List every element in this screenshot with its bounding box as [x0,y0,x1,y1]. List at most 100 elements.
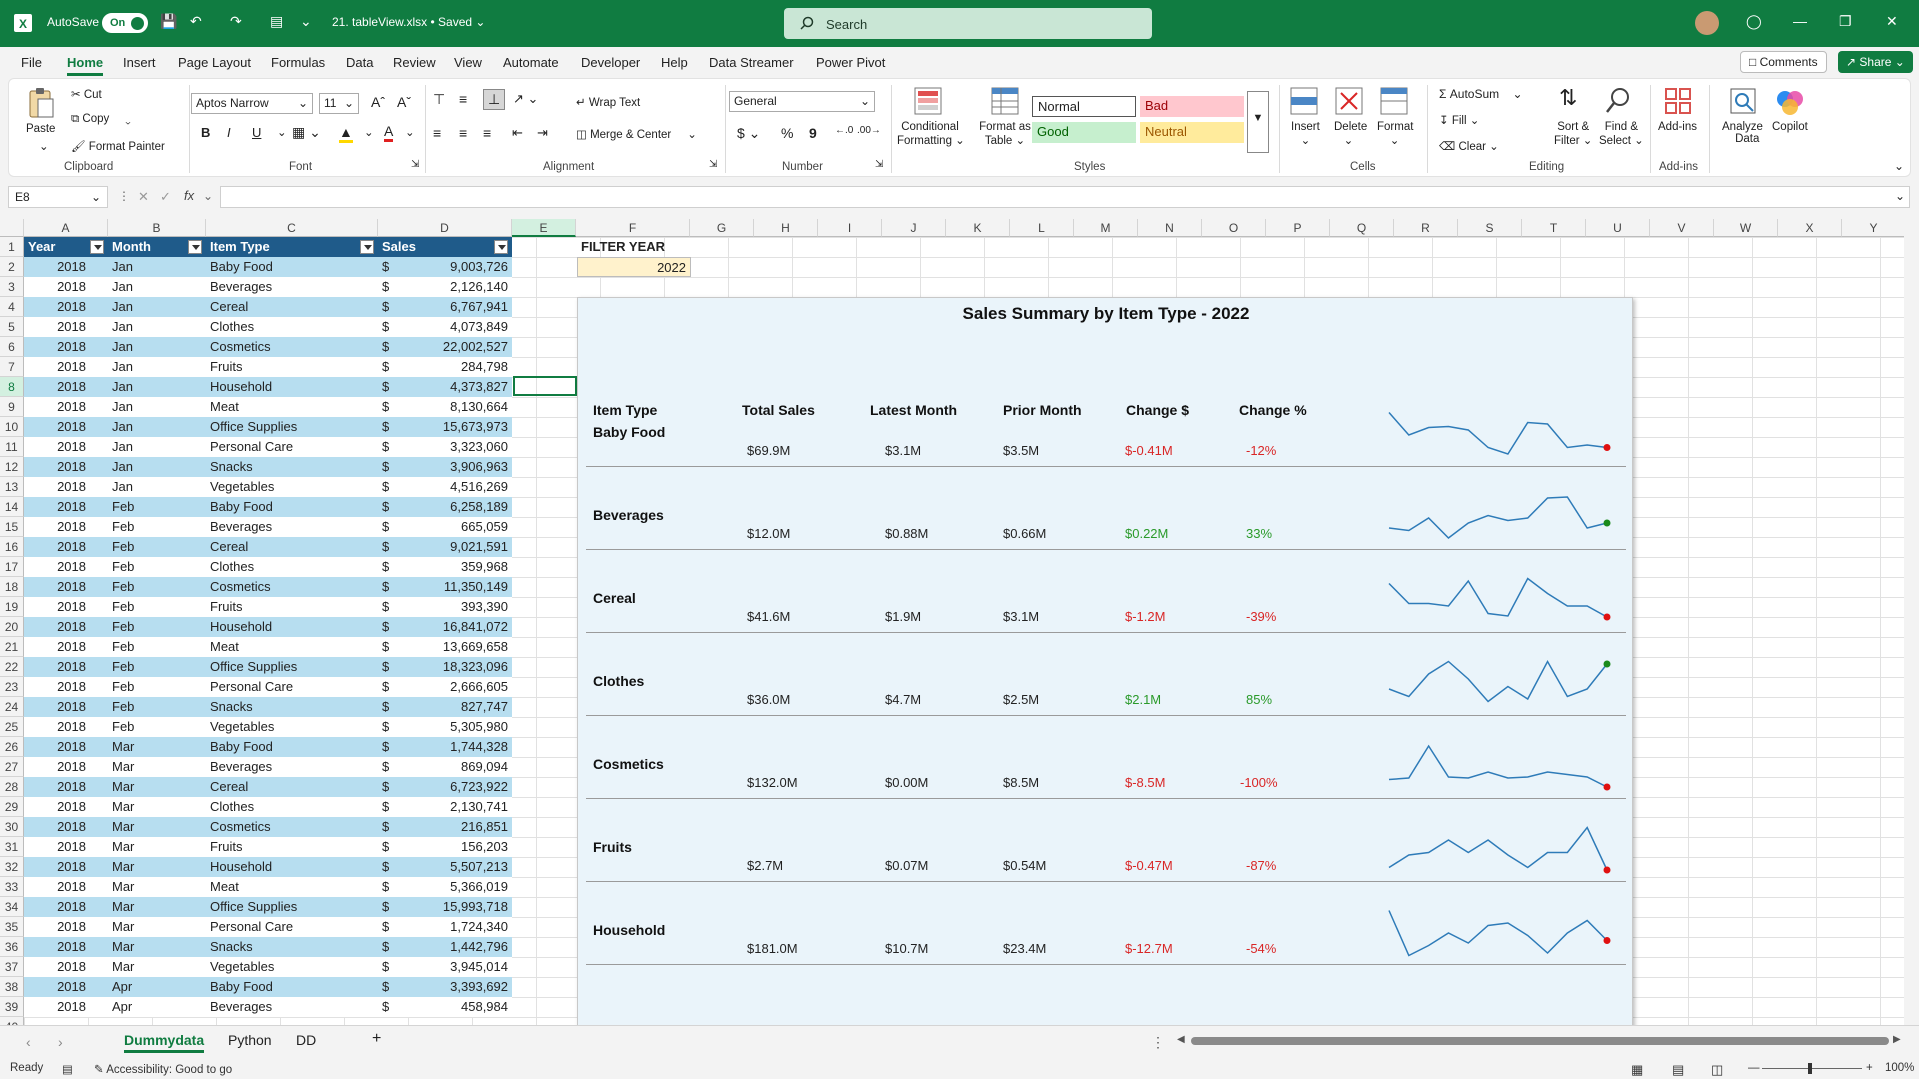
row-header[interactable]: 25 [0,717,24,737]
orientation-icon[interactable]: ↗ ⌄ [513,91,538,107]
table-cell[interactable]: $13,669,658 [378,637,512,657]
style-normal[interactable]: Normal [1032,96,1136,117]
copy-button[interactable]: ⧉ Copy ⌄ [71,113,131,126]
table-cell[interactable]: $665,059 [378,517,512,537]
table-cell[interactable]: Feb [108,717,206,737]
column-header-g[interactable]: G [690,219,754,237]
table-cell[interactable]: Snacks [206,697,378,717]
font-name-select[interactable]: Aptos Narrow ⌄ [191,93,313,114]
paste-dropdown-icon[interactable]: ⌄ [39,139,49,153]
currency-button[interactable]: $ ⌄ [737,125,760,142]
table-cell[interactable]: 2018 [24,297,108,317]
table-cell[interactable]: $2,130,741 [378,797,512,817]
table-header-month[interactable]: Month [108,237,206,257]
table-cell[interactable]: 2018 [24,597,108,617]
table-cell[interactable]: $1,744,328 [378,737,512,757]
paste-button[interactable]: Paste [26,123,55,135]
table-cell[interactable]: $3,393,692 [378,977,512,997]
percent-button[interactable]: % [781,125,793,141]
table-cell[interactable]: 2018 [24,557,108,577]
page-break-view-icon[interactable]: ◫ [1711,1062,1723,1078]
row-header[interactable]: 8 [0,377,24,397]
column-header-o[interactable]: O [1202,219,1266,237]
column-header-f[interactable]: F [576,219,690,237]
table-cell[interactable]: Baby Food [206,737,378,757]
table-cell[interactable]: Mar [108,917,206,937]
bold-button[interactable]: B [201,125,210,140]
table-cell[interactable]: Personal Care [206,677,378,697]
zoom-out-icon[interactable]: — [1748,1062,1760,1074]
column-header-j[interactable]: J [882,219,946,237]
horizontal-scrollbar[interactable]: ◀ ▶ [1177,1034,1903,1048]
column-header-d[interactable]: D [378,219,512,237]
align-center-icon[interactable]: ≡ [459,125,467,141]
row-header[interactable]: 16 [0,537,24,557]
table-cell[interactable]: Feb [108,517,206,537]
decrease-decimal-icon[interactable]: .00→ [857,125,881,136]
column-header-l[interactable]: L [1010,219,1074,237]
filter-dropdown-icon[interactable] [494,240,508,254]
row-header[interactable]: 32 [0,857,24,877]
table-cell[interactable]: Beverages [206,517,378,537]
table-cell[interactable]: Baby Food [206,497,378,517]
format-painter-button[interactable]: 🖌 Format Painter [71,139,165,153]
save-icon[interactable]: 💾 [160,13,177,30]
table-cell[interactable]: Mar [108,757,206,777]
format-cells-button[interactable]: Format ⌄ [1377,121,1413,147]
table-cell[interactable]: 2018 [24,877,108,897]
table-cell[interactable]: $22,002,527 [378,337,512,357]
table-cell[interactable]: $827,747 [378,697,512,717]
underline-button[interactable]: U [252,125,261,140]
table-cell[interactable]: 2018 [24,697,108,717]
table-cell[interactable]: 2018 [24,857,108,877]
table-cell[interactable]: 2018 [24,537,108,557]
align-left-icon[interactable]: ≡ [433,125,441,141]
table-cell[interactable]: $15,673,973 [378,417,512,437]
close-icon[interactable]: ✕ [1886,13,1898,30]
styles-more-icon[interactable]: ▼ [1247,91,1269,153]
row-header[interactable]: 18 [0,577,24,597]
table-cell[interactable]: Vegetables [206,717,378,737]
row-header[interactable]: 3 [0,277,24,297]
row-header[interactable]: 17 [0,557,24,577]
table-cell[interactable]: Jan [108,297,206,317]
undo-icon[interactable]: ↶ [190,13,202,30]
table-cell[interactable]: Snacks [206,457,378,477]
enter-icon[interactable]: ✓ [160,189,171,205]
collapse-ribbon-icon[interactable]: ⌄ [1894,159,1904,173]
borders-icon[interactable]: ▦ ⌄ [292,124,321,141]
wrap-text-button[interactable]: ↵ Wrap Text [576,95,640,109]
table-cell[interactable]: $6,723,922 [378,777,512,797]
tab-options-icon[interactable]: ⋮ [1151,1034,1165,1051]
table-cell[interactable]: 2018 [24,617,108,637]
table-cell[interactable]: Snacks [206,937,378,957]
table-cell[interactable]: $16,841,072 [378,617,512,637]
table-cell[interactable]: Jan [108,477,206,497]
table-cell[interactable]: Fruits [206,837,378,857]
filter-dropdown-icon[interactable] [90,240,104,254]
column-header-b[interactable]: B [108,219,206,237]
underline-dropdown-icon[interactable]: ⌄ [277,125,287,139]
table-cell[interactable]: $9,003,726 [378,257,512,277]
column-header-t[interactable]: T [1522,219,1586,237]
clear-button[interactable]: ⌫ Clear ⌄ [1439,139,1499,153]
table-cell[interactable]: Cereal [206,537,378,557]
table-cell[interactable]: Feb [108,597,206,617]
analyze-data-button[interactable]: Analyze Data [1722,121,1763,145]
table-cell[interactable]: 2018 [24,357,108,377]
row-header[interactable]: 15 [0,517,24,537]
table-cell[interactable]: 2018 [24,517,108,537]
table-cell[interactable]: 2018 [24,257,108,277]
more-options-icon[interactable]: ⋮ [118,189,130,203]
tab-automate[interactable]: Automate [503,55,559,70]
horizontal-scroll-thumb[interactable] [1191,1037,1889,1045]
table-cell[interactable]: Cosmetics [206,577,378,597]
table-cell[interactable]: $393,390 [378,597,512,617]
row-header[interactable]: 29 [0,797,24,817]
page-layout-view-icon[interactable]: ▤ [1672,1062,1684,1078]
row-header[interactable]: 31 [0,837,24,857]
column-header-y[interactable]: Y [1842,219,1904,237]
table-cell[interactable]: Meat [206,637,378,657]
align-right-icon[interactable]: ≡ [483,125,491,141]
row-header[interactable]: 14 [0,497,24,517]
